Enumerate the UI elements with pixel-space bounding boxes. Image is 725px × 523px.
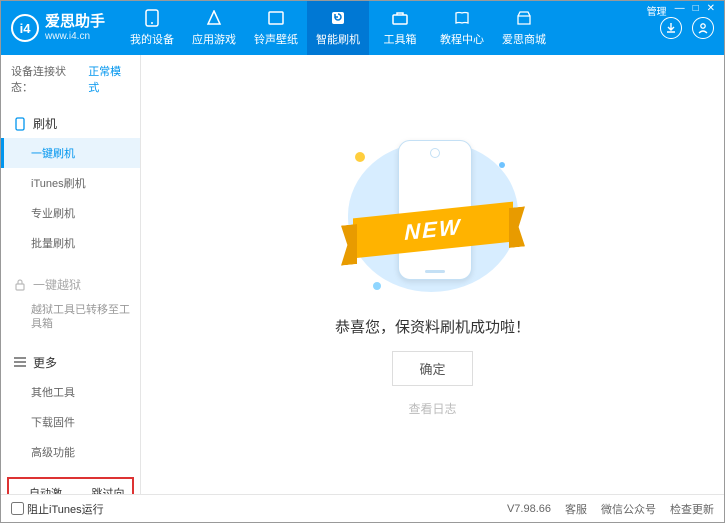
view-log-link[interactable]: 查看日志 (408, 400, 456, 417)
sidebar-item-itunes[interactable]: iTunes刷机 (1, 168, 140, 198)
logo: i4 爱思助手 www.i4.cn (11, 14, 105, 42)
jailbreak-note: 越狱工具已转移至工具箱 (1, 299, 140, 336)
footer-service[interactable]: 客服 (565, 501, 587, 517)
phone-icon (143, 9, 161, 27)
menu-label[interactable]: 管理 (647, 3, 667, 18)
nav-my-device[interactable]: 我的设备 (121, 1, 183, 55)
download-button[interactable] (660, 17, 682, 39)
sidebar-item-batch[interactable]: 批量刷机 (1, 228, 140, 258)
logo-icon: i4 (11, 14, 39, 42)
sidebar-item-firmware[interactable]: 下载固件 (1, 407, 140, 437)
footer-update[interactable]: 检查更新 (670, 501, 714, 517)
options-row: 自动激活 跳过向导 (7, 477, 134, 494)
nav-store[interactable]: 爱思商城 (493, 1, 555, 55)
nav-tutorials[interactable]: 教程中心 (431, 1, 493, 55)
footer: 阻止iTunes运行 V7.98.66 客服 微信公众号 检查更新 (1, 494, 724, 522)
connection-status: 设备连接状态： 正常模式 (1, 55, 140, 103)
toolbox-icon (391, 9, 409, 27)
sidebar-item-pro[interactable]: 专业刷机 (1, 198, 140, 228)
wallpaper-icon (267, 9, 285, 27)
maximize-icon[interactable]: □ (693, 3, 699, 18)
app-name: 爱思助手 (45, 14, 105, 31)
nav-ringtones[interactable]: 铃声壁纸 (245, 1, 307, 55)
top-nav: 我的设备 应用游戏 铃声壁纸 智能刷机 工具箱 教程中心 (121, 1, 660, 55)
main-content: NEW 恭喜您，保资料刷机成功啦！ 确定 查看日志 (141, 55, 724, 494)
sidebar-item-oneclick[interactable]: 一键刷机 (1, 138, 140, 168)
version-label: V7.98.66 (507, 503, 551, 515)
app-window: 管理 — □ ✕ i4 爱思助手 www.i4.cn 我的设备 应用游戏 铃声壁… (0, 0, 725, 523)
skip-guide-checkbox[interactable]: 跳过向导 (76, 485, 129, 494)
header: i4 爱思助手 www.i4.cn 我的设备 应用游戏 铃声壁纸 智能刷机 (1, 1, 724, 55)
window-controls: 管理 — □ ✕ (647, 3, 715, 18)
sidebar-item-other[interactable]: 其他工具 (1, 377, 140, 407)
nav-flash[interactable]: 智能刷机 (307, 1, 369, 55)
apps-icon (205, 9, 223, 27)
sidebar: 设备连接状态： 正常模式 刷机 一键刷机 iTunes刷机 专业刷机 批量刷机 … (1, 55, 141, 494)
success-illustration: NEW (343, 132, 523, 302)
menu-icon (13, 355, 27, 369)
footer-wechat[interactable]: 微信公众号 (601, 501, 656, 517)
app-url: www.i4.cn (45, 31, 105, 42)
nav-apps[interactable]: 应用游戏 (183, 1, 245, 55)
user-button[interactable] (692, 17, 714, 39)
section-more[interactable]: 更多 (1, 348, 140, 377)
section-jailbreak: 一键越狱 (1, 270, 140, 299)
minimize-icon[interactable]: — (675, 3, 685, 18)
store-icon (515, 9, 533, 27)
auto-activate-checkbox[interactable]: 自动激活 (13, 485, 66, 494)
phone-icon (13, 117, 27, 131)
sidebar-item-advanced[interactable]: 高级功能 (1, 437, 140, 467)
section-flash[interactable]: 刷机 (1, 109, 140, 138)
close-icon[interactable]: ✕ (707, 3, 715, 18)
lock-icon (13, 278, 27, 292)
ok-button[interactable]: 确定 (392, 351, 472, 386)
flash-icon (329, 9, 347, 27)
block-itunes-checkbox[interactable]: 阻止iTunes运行 (11, 501, 104, 517)
nav-toolbox[interactable]: 工具箱 (369, 1, 431, 55)
book-icon (453, 9, 471, 27)
success-message: 恭喜您，保资料刷机成功啦！ (335, 316, 530, 337)
